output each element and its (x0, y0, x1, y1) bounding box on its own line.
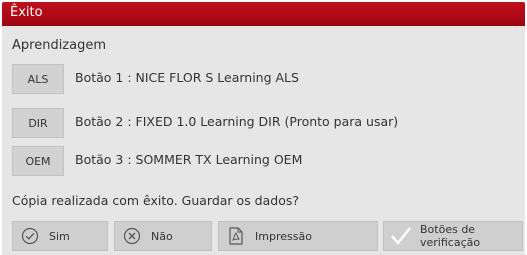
no-button[interactable]: Não (114, 221, 212, 251)
print-button[interactable]: Impressão (218, 221, 378, 251)
no-button-label: Não (151, 229, 173, 243)
row-label: Botão 3 : SOMMER TX Learning OEM (75, 152, 303, 167)
verify-buttons-label: Botões de verificação (420, 223, 481, 249)
verify-buttons-button[interactable]: Botões de verificação (383, 221, 523, 251)
check-circle-icon (19, 225, 41, 247)
checkmark-icon (390, 225, 412, 247)
key-badge-als: ALS (12, 64, 64, 94)
yes-button-label: Sim (49, 229, 70, 243)
key-badge-oem: OEM (12, 146, 64, 176)
x-circle-icon (121, 225, 143, 247)
section-label: Aprendizagem (12, 38, 107, 53)
key-badge-dir: DIR (12, 108, 64, 138)
title-bar: Êxito (2, 2, 525, 26)
window-title: Êxito (10, 5, 43, 20)
row-label: Botão 1 : NICE FLOR S Learning ALS (75, 70, 299, 85)
success-dialog: Êxito Aprendizagem ALS Botão 1 : NICE FL… (0, 0, 527, 255)
yes-button[interactable]: Sim (12, 221, 108, 251)
print-button-label: Impressão (255, 229, 312, 243)
row-label: Botão 2 : FIXED 1.0 Learning DIR (Pronto… (75, 114, 399, 129)
confirmation-message: Cópia realizada com êxito. Guardar os da… (12, 193, 300, 208)
pdf-document-icon (225, 225, 247, 247)
